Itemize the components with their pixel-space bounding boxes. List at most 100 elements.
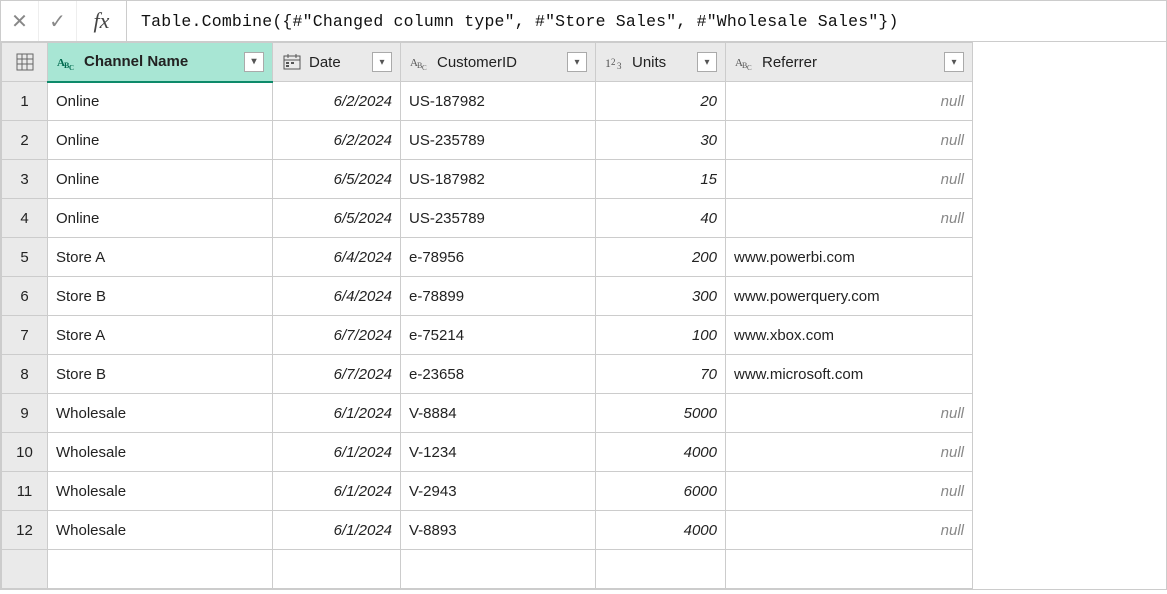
cell-units[interactable]: 5000 (596, 394, 726, 433)
cell-customer[interactable]: V-2943 (401, 472, 596, 511)
column-header-customer[interactable]: ABC CustomerID ▾ (401, 43, 596, 82)
row-number[interactable]: 1 (2, 82, 48, 121)
cell-units[interactable]: 6000 (596, 472, 726, 511)
column-filter-button[interactable]: ▾ (944, 52, 964, 72)
cell-date[interactable]: 6/1/2024 (273, 394, 401, 433)
cell-customer[interactable]: US-235789 (401, 121, 596, 160)
cell-units[interactable]: 30 (596, 121, 726, 160)
cell-date[interactable]: 6/5/2024 (273, 160, 401, 199)
cell-referrer[interactable]: www.powerquery.com (726, 277, 973, 316)
cell-customer[interactable]: e-75214 (401, 316, 596, 355)
cell-referrer[interactable]: null (726, 472, 973, 511)
table-row[interactable]: 7Store A6/7/2024e-75214100www.xbox.com (2, 316, 973, 355)
cell-referrer[interactable]: www.microsoft.com (726, 355, 973, 394)
row-number[interactable]: 3 (2, 160, 48, 199)
cell-units[interactable]: 40 (596, 199, 726, 238)
formula-cancel-button[interactable]: ✕ (1, 1, 39, 41)
cell-units[interactable]: 300 (596, 277, 726, 316)
cell-channel[interactable]: Wholesale (48, 511, 273, 550)
table-row[interactable]: 9Wholesale6/1/2024V-88845000null (2, 394, 973, 433)
cell-units[interactable]: 4000 (596, 433, 726, 472)
table-row[interactable]: 10Wholesale6/1/2024V-12344000null (2, 433, 973, 472)
cell-date[interactable]: 6/7/2024 (273, 316, 401, 355)
table-corner[interactable] (2, 43, 48, 82)
cell-units[interactable]: 200 (596, 238, 726, 277)
cell-customer[interactable]: V-8884 (401, 394, 596, 433)
cell-channel[interactable]: Online (48, 199, 273, 238)
column-header-date[interactable]: Date ▾ (273, 43, 401, 82)
cell-channel[interactable]: Wholesale (48, 472, 273, 511)
cell-date[interactable]: 6/1/2024 (273, 433, 401, 472)
column-filter-button[interactable]: ▾ (244, 52, 264, 72)
cell-date[interactable]: 6/7/2024 (273, 355, 401, 394)
cell-referrer[interactable]: null (726, 82, 973, 121)
table-row[interactable]: 4Online6/5/2024US-23578940null (2, 199, 973, 238)
table-row[interactable]: 3Online6/5/2024US-18798215null (2, 160, 973, 199)
cell-referrer[interactable]: null (726, 394, 973, 433)
table-row[interactable]: 11Wholesale6/1/2024V-29436000null (2, 472, 973, 511)
table-row[interactable]: 5Store A6/4/2024e-78956200www.powerbi.co… (2, 238, 973, 277)
formula-input[interactable] (127, 1, 1166, 41)
column-header-units[interactable]: 123 Units ▾ (596, 43, 726, 82)
cell-customer[interactable]: US-187982 (401, 160, 596, 199)
cell-channel[interactable]: Store A (48, 238, 273, 277)
cell-units[interactable]: 15 (596, 160, 726, 199)
cell-channel[interactable]: Store A (48, 316, 273, 355)
row-number[interactable]: 2 (2, 121, 48, 160)
cell-referrer[interactable]: null (726, 511, 973, 550)
cell-channel[interactable]: Online (48, 82, 273, 121)
row-number[interactable]: 12 (2, 511, 48, 550)
row-number[interactable]: 9 (2, 394, 48, 433)
column-filter-button[interactable]: ▾ (567, 52, 587, 72)
column-filter-button[interactable]: ▾ (372, 52, 392, 72)
cell-customer[interactable]: e-78956 (401, 238, 596, 277)
cell-customer[interactable]: V-8893 (401, 511, 596, 550)
cell-referrer[interactable]: null (726, 199, 973, 238)
row-number[interactable]: 8 (2, 355, 48, 394)
table-row[interactable]: 12Wholesale6/1/2024V-88934000null (2, 511, 973, 550)
cell-units[interactable]: 100 (596, 316, 726, 355)
column-header-referrer[interactable]: ABC Referrer ▾ (726, 43, 973, 82)
row-number[interactable]: 11 (2, 472, 48, 511)
cell-customer[interactable]: US-187982 (401, 82, 596, 121)
column-label: Date (309, 54, 341, 71)
cell-units[interactable]: 70 (596, 355, 726, 394)
cell-channel[interactable]: Online (48, 160, 273, 199)
row-number[interactable]: 6 (2, 277, 48, 316)
row-number[interactable]: 10 (2, 433, 48, 472)
cell-units[interactable]: 4000 (596, 511, 726, 550)
table-row[interactable]: 8Store B6/7/2024e-2365870www.microsoft.c… (2, 355, 973, 394)
table-row[interactable]: 1Online6/2/2024US-18798220null (2, 82, 973, 121)
cell-channel[interactable]: Wholesale (48, 394, 273, 433)
cell-customer[interactable]: e-78899 (401, 277, 596, 316)
cell-channel[interactable]: Wholesale (48, 433, 273, 472)
fx-label: fx (77, 1, 127, 41)
cell-referrer[interactable]: null (726, 121, 973, 160)
column-header-channel[interactable]: ABC Channel Name ▾ (48, 43, 273, 82)
cell-date[interactable]: 6/1/2024 (273, 472, 401, 511)
cell-date[interactable]: 6/5/2024 (273, 199, 401, 238)
cell-units[interactable]: 20 (596, 82, 726, 121)
cell-referrer[interactable]: www.powerbi.com (726, 238, 973, 277)
cell-date[interactable]: 6/4/2024 (273, 277, 401, 316)
cell-channel[interactable]: Store B (48, 277, 273, 316)
row-number[interactable]: 5 (2, 238, 48, 277)
row-number[interactable]: 7 (2, 316, 48, 355)
cell-customer[interactable]: V-1234 (401, 433, 596, 472)
table-row[interactable]: 2Online6/2/2024US-23578930null (2, 121, 973, 160)
cell-channel[interactable]: Store B (48, 355, 273, 394)
cell-date[interactable]: 6/4/2024 (273, 238, 401, 277)
table-row[interactable]: 6Store B6/4/2024e-78899300www.powerquery… (2, 277, 973, 316)
cell-channel[interactable]: Online (48, 121, 273, 160)
cell-date[interactable]: 6/2/2024 (273, 121, 401, 160)
cell-date[interactable]: 6/2/2024 (273, 82, 401, 121)
cell-date[interactable]: 6/1/2024 (273, 511, 401, 550)
column-filter-button[interactable]: ▾ (697, 52, 717, 72)
formula-confirm-button[interactable]: ✓ (39, 1, 77, 41)
row-number[interactable]: 4 (2, 199, 48, 238)
cell-referrer[interactable]: www.xbox.com (726, 316, 973, 355)
cell-referrer[interactable]: null (726, 160, 973, 199)
cell-customer[interactable]: US-235789 (401, 199, 596, 238)
cell-referrer[interactable]: null (726, 433, 973, 472)
cell-customer[interactable]: e-23658 (401, 355, 596, 394)
